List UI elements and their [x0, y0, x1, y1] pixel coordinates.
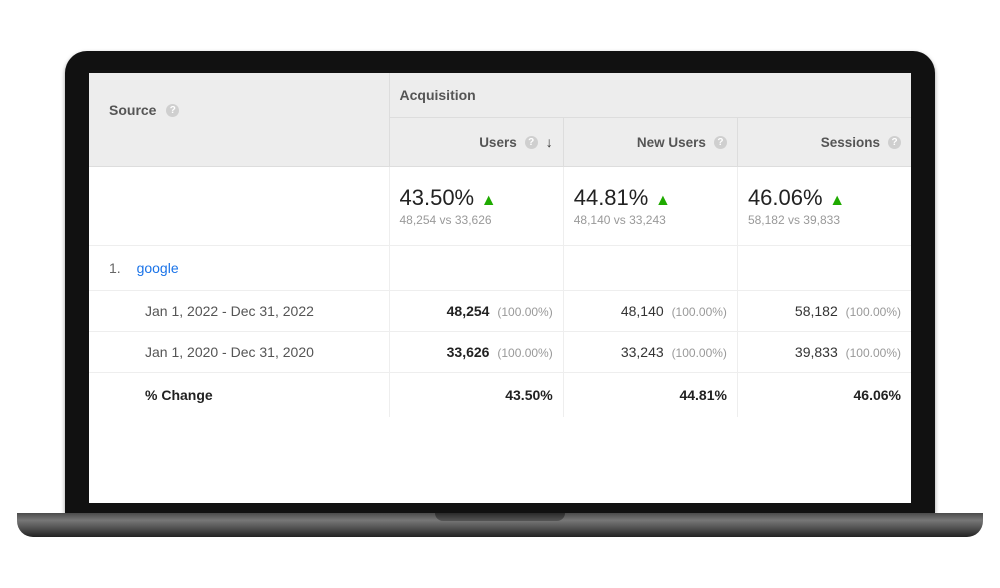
summary-new-users-compare: 48,140 vs 33,243: [574, 213, 727, 227]
summary-users: 43.50% ▲ 48,254 vs 33,626: [389, 167, 563, 246]
period-b-label: Jan 1, 2020 - Dec 31, 2020: [89, 332, 389, 373]
laptop-base: [17, 513, 983, 537]
summary-new-users-pct: 44.81%: [574, 185, 649, 211]
header-source-label: Source: [109, 102, 156, 118]
trend-up-icon: ▲: [829, 192, 845, 210]
header-new-users-label: New Users: [637, 135, 706, 150]
header-users[interactable]: Users ? ↓: [389, 118, 563, 167]
table-row: Jan 1, 2020 - Dec 31, 2020 33,626 (100.0…: [89, 332, 911, 373]
summary-row: 43.50% ▲ 48,254 vs 33,626 44.81% ▲ 48,14…: [89, 167, 911, 246]
change-label: % Change: [89, 373, 389, 418]
source-link-google[interactable]: google: [137, 260, 179, 276]
summary-sessions-compare: 58,182 vs 39,833: [748, 213, 901, 227]
change-new-users: 44.81%: [563, 373, 737, 418]
header-users-label: Users: [479, 135, 517, 150]
summary-users-compare: 48,254 vs 33,626: [400, 213, 553, 227]
header-new-users[interactable]: New Users ?: [563, 118, 737, 167]
row-index: 1.: [109, 260, 121, 276]
summary-users-pct: 43.50%: [400, 185, 475, 211]
help-icon[interactable]: ?: [888, 136, 901, 149]
period-b-users: 33,626 (100.00%): [389, 332, 563, 373]
change-users: 43.50%: [389, 373, 563, 418]
trend-up-icon: ▲: [481, 192, 497, 210]
period-b-sessions: 39,833 (100.00%): [737, 332, 911, 373]
header-sessions[interactable]: Sessions ?: [737, 118, 911, 167]
header-sessions-label: Sessions: [821, 135, 880, 150]
summary-sessions-pct: 46.06%: [748, 185, 823, 211]
screen: Source ? Acquisition Users ? ↓: [89, 73, 911, 503]
help-icon[interactable]: ?: [525, 136, 538, 149]
screen-bezel: Source ? Acquisition Users ? ↓: [65, 51, 935, 513]
laptop-frame: Source ? Acquisition Users ? ↓: [65, 51, 935, 537]
header-acquisition-label: Acquisition: [400, 87, 476, 103]
change-sessions: 46.06%: [737, 373, 911, 418]
period-a-label: Jan 1, 2022 - Dec 31, 2022: [89, 291, 389, 332]
summary-new-users: 44.81% ▲ 48,140 vs 33,243: [563, 167, 737, 246]
table-row: Jan 1, 2022 - Dec 31, 2022 48,254 (100.0…: [89, 291, 911, 332]
help-icon[interactable]: ?: [714, 136, 727, 149]
help-icon[interactable]: ?: [166, 104, 179, 117]
sort-desc-icon[interactable]: ↓: [546, 134, 553, 150]
summary-sessions: 46.06% ▲ 58,182 vs 39,833: [737, 167, 911, 246]
table-row-title: 1. google: [89, 246, 911, 291]
period-a-sessions: 58,182 (100.00%): [737, 291, 911, 332]
period-a-new-users: 48,140 (100.00%): [563, 291, 737, 332]
table-row-change: % Change 43.50% 44.81% 46.06%: [89, 373, 911, 418]
period-a-users: 48,254 (100.00%): [389, 291, 563, 332]
header-source[interactable]: Source ?: [89, 73, 389, 167]
acquisition-table: Source ? Acquisition Users ? ↓: [89, 73, 911, 417]
period-b-new-users: 33,243 (100.00%): [563, 332, 737, 373]
trend-up-icon: ▲: [655, 192, 671, 210]
header-acquisition: Acquisition: [389, 73, 911, 118]
